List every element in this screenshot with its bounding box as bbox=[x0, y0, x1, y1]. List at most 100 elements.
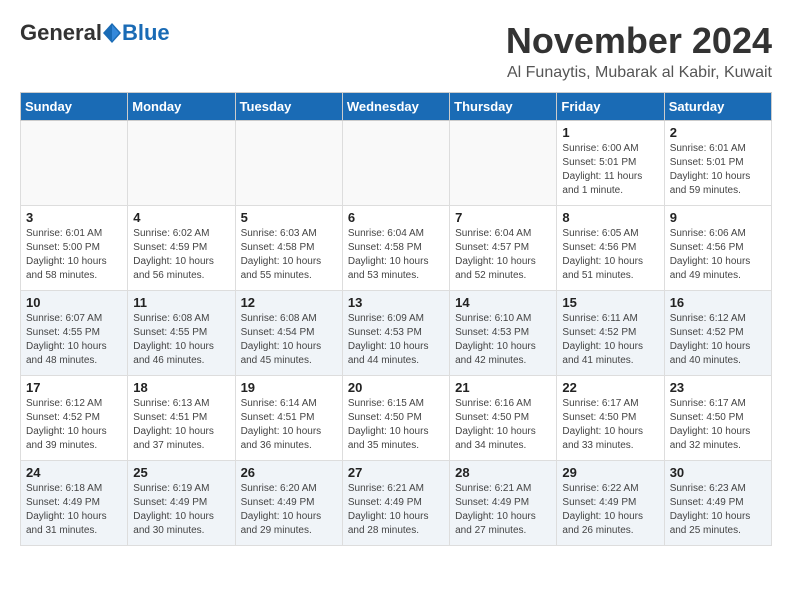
calendar-cell: 16Sunrise: 6:12 AM Sunset: 4:52 PM Dayli… bbox=[664, 291, 771, 376]
day-info: Sunrise: 6:00 AM Sunset: 5:01 PM Dayligh… bbox=[562, 142, 658, 198]
location-subtitle: Al Funaytis, Mubarak al Kabir, Kuwait bbox=[506, 64, 772, 82]
month-title: November 2024 bbox=[506, 20, 772, 62]
calendar-cell: 26Sunrise: 6:20 AM Sunset: 4:49 PM Dayli… bbox=[235, 461, 342, 546]
day-number: 3 bbox=[26, 210, 122, 225]
day-number: 14 bbox=[455, 295, 551, 310]
calendar-week-3: 10Sunrise: 6:07 AM Sunset: 4:55 PM Dayli… bbox=[21, 291, 772, 376]
day-number: 4 bbox=[133, 210, 229, 225]
day-info: Sunrise: 6:08 AM Sunset: 4:55 PM Dayligh… bbox=[133, 312, 229, 368]
day-info: Sunrise: 6:21 AM Sunset: 4:49 PM Dayligh… bbox=[455, 482, 551, 538]
calendar-cell: 14 Sunrise: 6:10 AM Sunset: 4:53 PM Dayli… bbox=[450, 291, 557, 376]
page-header: General Blue November 2024 Al Funaytis, … bbox=[20, 20, 772, 82]
calendar-cell bbox=[128, 121, 235, 206]
calendar-cell: 28 Sunrise: 6:21 AM Sunset: 4:49 PM Dayli… bbox=[450, 461, 557, 546]
day-info: Sunrise: 6:10 AM Sunset: 4:53 PM Dayligh… bbox=[455, 312, 551, 368]
day-info: Sunrise: 6:12 AM Sunset: 4:52 PM Dayligh… bbox=[26, 397, 122, 453]
calendar-cell: 4 Sunrise: 6:02 AM Sunset: 4:59 PM Daylig… bbox=[128, 206, 235, 291]
day-info: Sunrise: 6:04 AM Sunset: 4:58 PM Dayligh… bbox=[348, 227, 444, 283]
logo-general-text: General bbox=[20, 20, 102, 46]
day-info: Sunrise: 6:08 AM Sunset: 4:54 PM Dayligh… bbox=[241, 312, 337, 368]
calendar-body: 1 Sunrise: 6:00 AM Sunset: 5:01 PM Daylig… bbox=[21, 121, 772, 546]
calendar-cell: 8 Sunrise: 6:05 AM Sunset: 4:56 PM Daylig… bbox=[557, 206, 664, 291]
day-number: 19 bbox=[241, 380, 337, 395]
calendar-table: SundayMondayTuesdayWednesdayThursdayFrid… bbox=[20, 92, 772, 546]
day-info: Sunrise: 6:06 AM Sunset: 4:56 PM Dayligh… bbox=[670, 227, 766, 283]
calendar-cell: 5 Sunrise: 6:03 AM Sunset: 4:58 PM Daylig… bbox=[235, 206, 342, 291]
calendar-cell: 27 Sunrise: 6:21 AM Sunset: 4:49 PM Dayli… bbox=[342, 461, 449, 546]
day-info: Sunrise: 6:04 AM Sunset: 4:57 PM Dayligh… bbox=[455, 227, 551, 283]
day-info: Sunrise: 6:12 AM Sunset: 4:52 PM Dayligh… bbox=[670, 312, 766, 368]
day-info: Sunrise: 6:03 AM Sunset: 4:58 PM Dayligh… bbox=[241, 227, 337, 283]
logo-icon bbox=[103, 23, 121, 43]
calendar-cell: 12 Sunrise: 6:08 AM Sunset: 4:54 PM Dayli… bbox=[235, 291, 342, 376]
day-number: 26 bbox=[241, 465, 337, 480]
calendar-cell: 6 Sunrise: 6:04 AM Sunset: 4:58 PM Daylig… bbox=[342, 206, 449, 291]
weekday-header-friday: Friday bbox=[557, 93, 664, 121]
day-info: Sunrise: 6:21 AM Sunset: 4:49 PM Dayligh… bbox=[348, 482, 444, 538]
calendar-cell: 18Sunrise: 6:13 AM Sunset: 4:51 PM Dayli… bbox=[128, 376, 235, 461]
day-number: 10 bbox=[26, 295, 122, 310]
calendar-week-4: 17Sunrise: 6:12 AM Sunset: 4:52 PM Dayli… bbox=[21, 376, 772, 461]
title-area: November 2024 Al Funaytis, Mubarak al Ka… bbox=[506, 20, 772, 82]
calendar-cell: 1 Sunrise: 6:00 AM Sunset: 5:01 PM Daylig… bbox=[557, 121, 664, 206]
day-number: 20 bbox=[348, 380, 444, 395]
day-info: Sunrise: 6:23 AM Sunset: 4:49 PM Dayligh… bbox=[670, 482, 766, 538]
day-info: Sunrise: 6:15 AM Sunset: 4:50 PM Dayligh… bbox=[348, 397, 444, 453]
calendar-cell bbox=[235, 121, 342, 206]
day-number: 22 bbox=[562, 380, 658, 395]
day-number: 6 bbox=[348, 210, 444, 225]
day-info: Sunrise: 6:09 AM Sunset: 4:53 PM Dayligh… bbox=[348, 312, 444, 368]
calendar-cell: 17Sunrise: 6:12 AM Sunset: 4:52 PM Dayli… bbox=[21, 376, 128, 461]
calendar-week-1: 1 Sunrise: 6:00 AM Sunset: 5:01 PM Daylig… bbox=[21, 121, 772, 206]
calendar-cell: 23 Sunrise: 6:17 AM Sunset: 4:50 PM Dayli… bbox=[664, 376, 771, 461]
calendar-cell: 9 Sunrise: 6:06 AM Sunset: 4:56 PM Daylig… bbox=[664, 206, 771, 291]
logo: General Blue bbox=[20, 20, 170, 46]
calendar-cell: 22Sunrise: 6:17 AM Sunset: 4:50 PM Dayli… bbox=[557, 376, 664, 461]
calendar-cell: 20 Sunrise: 6:15 AM Sunset: 4:50 PM Dayli… bbox=[342, 376, 449, 461]
calendar-cell: 30 Sunrise: 6:23 AM Sunset: 4:49 PM Dayli… bbox=[664, 461, 771, 546]
day-info: Sunrise: 6:11 AM Sunset: 4:52 PM Dayligh… bbox=[562, 312, 658, 368]
day-number: 15 bbox=[562, 295, 658, 310]
day-number: 18 bbox=[133, 380, 229, 395]
day-number: 5 bbox=[241, 210, 337, 225]
day-number: 9 bbox=[670, 210, 766, 225]
day-number: 11 bbox=[133, 295, 229, 310]
calendar-cell: 29 Sunrise: 6:22 AM Sunset: 4:49 PM Dayli… bbox=[557, 461, 664, 546]
calendar-cell: 19Sunrise: 6:14 AM Sunset: 4:51 PM Dayli… bbox=[235, 376, 342, 461]
day-number: 30 bbox=[670, 465, 766, 480]
day-info: Sunrise: 6:05 AM Sunset: 4:56 PM Dayligh… bbox=[562, 227, 658, 283]
day-info: Sunrise: 6:01 AM Sunset: 5:01 PM Dayligh… bbox=[670, 142, 766, 198]
calendar-week-5: 24Sunrise: 6:18 AM Sunset: 4:49 PM Dayli… bbox=[21, 461, 772, 546]
day-number: 29 bbox=[562, 465, 658, 480]
day-info: Sunrise: 6:22 AM Sunset: 4:49 PM Dayligh… bbox=[562, 482, 658, 538]
calendar-cell: 7Sunrise: 6:04 AM Sunset: 4:57 PM Daylig… bbox=[450, 206, 557, 291]
weekday-header-sunday: Sunday bbox=[21, 93, 128, 121]
day-info: Sunrise: 6:17 AM Sunset: 4:50 PM Dayligh… bbox=[670, 397, 766, 453]
day-number: 8 bbox=[562, 210, 658, 225]
weekday-header-monday: Monday bbox=[128, 93, 235, 121]
weekday-header-wednesday: Wednesday bbox=[342, 93, 449, 121]
weekday-header-saturday: Saturday bbox=[664, 93, 771, 121]
day-info: Sunrise: 6:18 AM Sunset: 4:49 PM Dayligh… bbox=[26, 482, 122, 538]
calendar-cell bbox=[342, 121, 449, 206]
day-number: 27 bbox=[348, 465, 444, 480]
calendar-cell: 25Sunrise: 6:19 AM Sunset: 4:49 PM Dayli… bbox=[128, 461, 235, 546]
logo-blue-text: Blue bbox=[122, 20, 170, 46]
day-info: Sunrise: 6:02 AM Sunset: 4:59 PM Dayligh… bbox=[133, 227, 229, 283]
day-number: 25 bbox=[133, 465, 229, 480]
calendar-cell: 15 Sunrise: 6:11 AM Sunset: 4:52 PM Dayli… bbox=[557, 291, 664, 376]
day-number: 12 bbox=[241, 295, 337, 310]
calendar-cell: 2 Sunrise: 6:01 AM Sunset: 5:01 PM Daylig… bbox=[664, 121, 771, 206]
calendar-week-2: 3 Sunrise: 6:01 AM Sunset: 5:00 PM Daylig… bbox=[21, 206, 772, 291]
day-info: Sunrise: 6:16 AM Sunset: 4:50 PM Dayligh… bbox=[455, 397, 551, 453]
day-number: 23 bbox=[670, 380, 766, 395]
calendar-cell: 3 Sunrise: 6:01 AM Sunset: 5:00 PM Daylig… bbox=[21, 206, 128, 291]
calendar-cell: 13Sunrise: 6:09 AM Sunset: 4:53 PM Dayli… bbox=[342, 291, 449, 376]
day-number: 2 bbox=[670, 125, 766, 140]
day-number: 21 bbox=[455, 380, 551, 395]
day-info: Sunrise: 6:01 AM Sunset: 5:00 PM Dayligh… bbox=[26, 227, 122, 283]
day-number: 28 bbox=[455, 465, 551, 480]
weekday-header-tuesday: Tuesday bbox=[235, 93, 342, 121]
day-number: 1 bbox=[562, 125, 658, 140]
calendar-cell: 24Sunrise: 6:18 AM Sunset: 4:49 PM Dayli… bbox=[21, 461, 128, 546]
